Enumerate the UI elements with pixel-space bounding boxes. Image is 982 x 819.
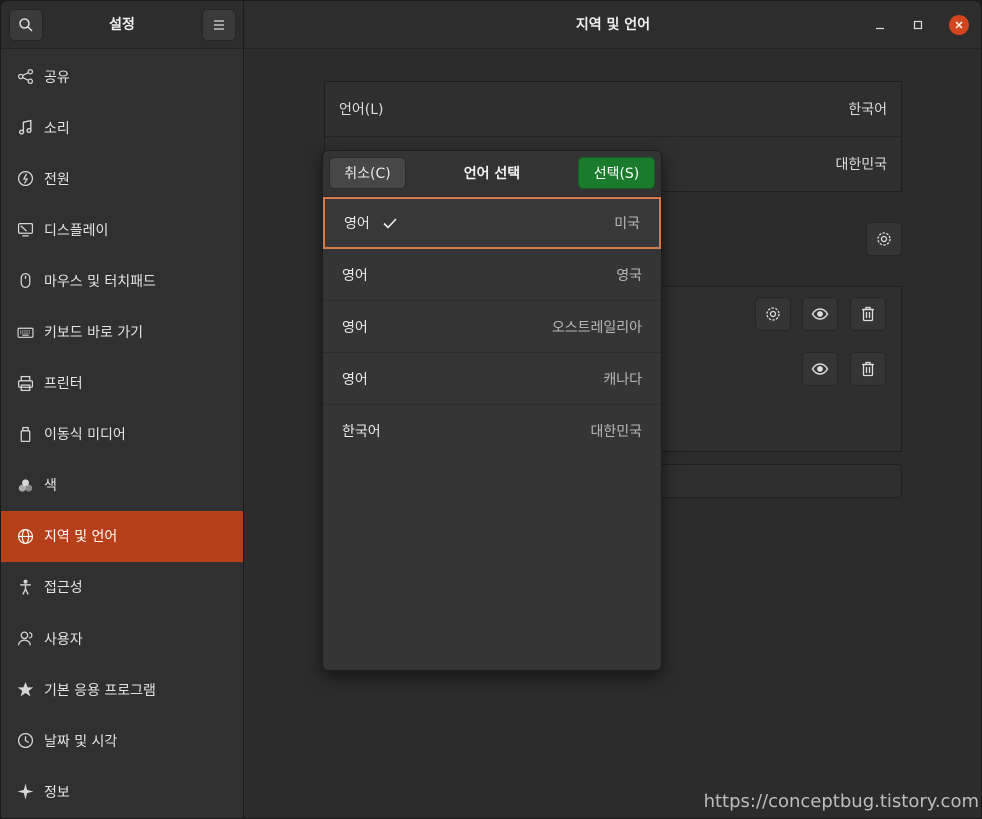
sidebar-item-color[interactable]: 색 xyxy=(1,460,243,511)
select-button[interactable]: 선택(S) xyxy=(578,157,655,189)
language-name: 영어 xyxy=(342,319,368,336)
trash-icon xyxy=(862,361,874,377)
sidebar-item-about[interactable]: 정보 xyxy=(1,766,243,817)
star-icon xyxy=(16,681,34,699)
sidebar-item-label: 공유 xyxy=(44,69,70,86)
sidebar-item-date-time[interactable]: 날짜 및 시각 xyxy=(1,715,243,766)
language-name: 영어 xyxy=(342,371,368,388)
sidebar-item-default-apps[interactable]: 기본 응용 프로그램 xyxy=(1,664,243,715)
language-option-english-uk[interactable]: 영어 영국 xyxy=(323,249,661,301)
language-row[interactable]: 언어(L) 한국어 xyxy=(325,82,901,136)
settings-window: 설정 공유 소리 전원 디스플레이 마우스 및 터치패드 키보드 바로 가기 프… xyxy=(0,0,982,819)
sidebar-item-mouse[interactable]: 마우스 및 터치패드 xyxy=(1,255,243,306)
watermark: https://conceptbug.tistory.com xyxy=(703,791,979,812)
sidebar-item-accessibility[interactable]: 접근성 xyxy=(1,562,243,613)
sidebar-item-label: 날짜 및 시각 xyxy=(44,733,118,750)
dialog-header: 취소(C) 언어 선택 선택(S) xyxy=(323,151,661,197)
sidebar-item-label: 전원 xyxy=(44,171,70,188)
language-name: 한국어 xyxy=(342,424,381,440)
sidebar-item-label: 지역 및 언어 xyxy=(44,529,118,546)
gear-icon xyxy=(766,307,780,321)
format-value: 대한민국 xyxy=(835,156,887,173)
sidebar-item-label: 디스플레이 xyxy=(44,222,109,239)
sidebar-item-label: 색 xyxy=(44,478,57,495)
input-source-settings-button[interactable] xyxy=(866,222,902,256)
power-icon xyxy=(16,170,34,188)
minimize-icon xyxy=(876,27,884,30)
language-value: 한국어 xyxy=(848,102,887,118)
sidebar-item-label: 기본 응용 프로그램 xyxy=(44,682,156,699)
sidebar-item-label: 접근성 xyxy=(44,580,83,597)
language-option-korean-korea[interactable]: 한국어 대한민국 xyxy=(323,405,661,457)
language-name: 영어 xyxy=(342,267,368,284)
sidebar-item-label: 사용자 xyxy=(44,631,83,648)
sidebar-item-keyboard[interactable]: 키보드 바로 가기 xyxy=(1,306,243,357)
clock-icon xyxy=(16,732,34,750)
keyboard-icon xyxy=(16,323,34,341)
input-source-1-settings-button[interactable] xyxy=(755,297,791,331)
eye-icon xyxy=(811,363,829,375)
share-icon xyxy=(16,68,34,86)
input-source-2-remove-button[interactable] xyxy=(850,352,886,386)
language-select-dialog: 취소(C) 언어 선택 선택(S) 영어 미국 영어 영국 영어 오스트레일리아… xyxy=(322,150,662,671)
language-region: 미국 xyxy=(614,216,640,232)
hamburger-icon xyxy=(214,20,224,30)
input-source-1-remove-button[interactable] xyxy=(850,297,886,331)
printer-icon xyxy=(16,374,34,392)
input-source-2-view-button[interactable] xyxy=(802,352,838,386)
globe-icon xyxy=(16,527,34,545)
sparkle-icon xyxy=(16,783,34,801)
sidebar-item-sound[interactable]: 소리 xyxy=(1,102,243,153)
music-note-icon xyxy=(16,119,34,137)
language-option-english-australia[interactable]: 영어 오스트레일리아 xyxy=(323,301,661,353)
language-label: 언어(L) xyxy=(339,102,384,118)
accessibility-icon xyxy=(16,578,34,596)
input-source-1-view-button[interactable] xyxy=(802,297,838,331)
sidebar-item-label: 키보드 바로 가기 xyxy=(44,325,144,342)
minimize-button[interactable] xyxy=(870,15,890,35)
language-region: 영국 xyxy=(616,267,642,284)
close-icon xyxy=(955,21,963,29)
color-icon xyxy=(16,476,34,494)
language-option-english-us[interactable]: 영어 미국 xyxy=(323,197,661,249)
sidebar-item-users[interactable]: 사용자 xyxy=(1,613,243,664)
sidebar-item-label: 마우스 및 터치패드 xyxy=(44,273,156,290)
sidebar-item-share[interactable]: 공유 xyxy=(1,51,243,102)
sidebar-item-label: 이동식 미디어 xyxy=(44,427,126,444)
mouse-icon xyxy=(16,272,34,290)
sidebar-nav: 공유 소리 전원 디스플레이 마우스 및 터치패드 키보드 바로 가기 프린터 … xyxy=(1,49,243,817)
menu-button[interactable] xyxy=(202,9,236,41)
language-region: 대한민국 xyxy=(590,424,642,440)
sidebar-item-power[interactable]: 전원 xyxy=(1,153,243,204)
language-option-english-canada[interactable]: 영어 캐나다 xyxy=(323,353,661,405)
sidebar-header: 설정 xyxy=(1,1,243,49)
language-region: 캐나다 xyxy=(603,371,642,388)
display-icon xyxy=(16,221,34,239)
sidebar-item-removable-media[interactable]: 이동식 미디어 xyxy=(1,409,243,460)
checkmark-icon xyxy=(383,218,397,229)
main-header: 지역 및 언어 xyxy=(245,1,981,49)
sidebar-item-label: 정보 xyxy=(44,784,70,801)
sidebar-item-display[interactable]: 디스플레이 xyxy=(1,204,243,255)
language-name-wrap: 영어 xyxy=(344,213,398,233)
language-list: 영어 미국 영어 영국 영어 오스트레일리아 영어 캐나다 한국어 대한민국 xyxy=(323,197,661,457)
trash-icon xyxy=(862,306,874,322)
maximize-icon xyxy=(913,20,923,30)
sidebar-item-printer[interactable]: 프린터 xyxy=(1,358,243,409)
language-name: 영어 xyxy=(344,216,370,232)
sidebar-item-label: 소리 xyxy=(44,120,70,137)
usb-drive-icon xyxy=(16,425,34,443)
sidebar-item-label: 프린터 xyxy=(44,376,83,393)
sidebar-item-region-language[interactable]: 지역 및 언어 xyxy=(1,510,243,562)
gear-icon xyxy=(877,232,891,246)
maximize-button[interactable] xyxy=(908,15,928,35)
sidebar: 설정 공유 소리 전원 디스플레이 마우스 및 터치패드 키보드 바로 가기 프… xyxy=(1,1,244,818)
close-button[interactable] xyxy=(949,15,969,35)
eye-icon xyxy=(811,308,829,320)
users-icon xyxy=(16,630,34,648)
language-region: 오스트레일리아 xyxy=(551,319,642,336)
